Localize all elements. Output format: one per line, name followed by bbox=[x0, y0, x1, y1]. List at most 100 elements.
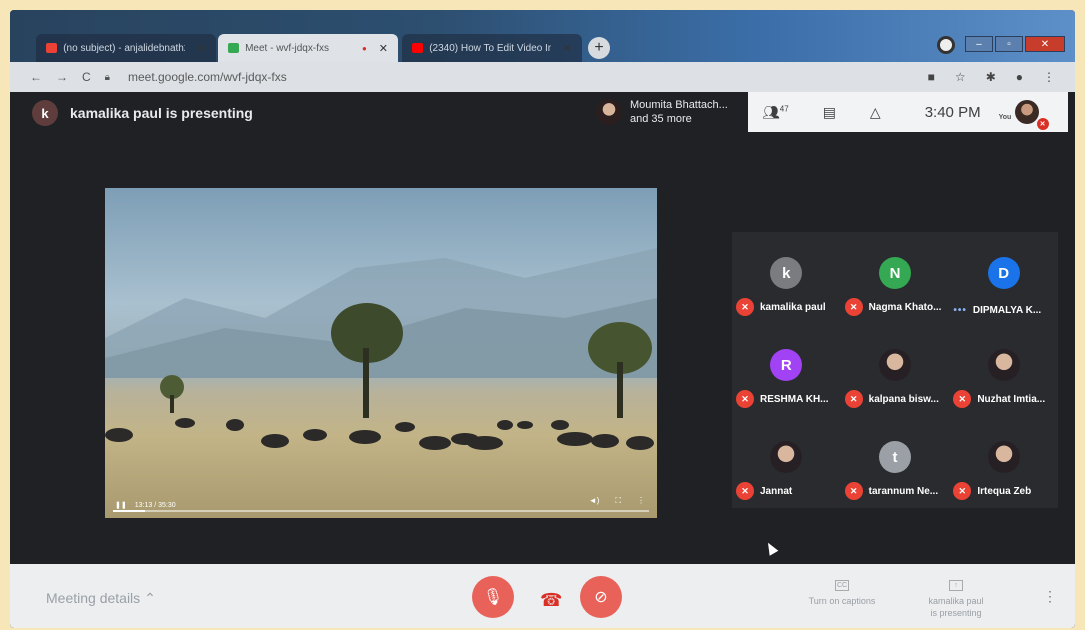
tab-youtube[interactable]: (2340) How To Edit Video In InS ✕ bbox=[402, 34, 582, 62]
captions-label: Turn on captions bbox=[808, 596, 876, 606]
people-count: 47 bbox=[779, 103, 789, 113]
video-time: 13:13 / 35:30 bbox=[134, 501, 176, 509]
present-label-1: kamalika paul bbox=[928, 596, 984, 606]
participant-footer: ✕ Irtequa Zeb bbox=[953, 482, 1054, 500]
camera-icon[interactable]: ■ bbox=[928, 70, 935, 84]
mic-off-icon: 🎙︎ bbox=[482, 589, 504, 606]
self-avatar[interactable]: You ✕ bbox=[999, 100, 1049, 130]
participant-footer: ✕ tarannum Ne... bbox=[844, 482, 946, 500]
more-options-icon[interactable]: ⋮ bbox=[1043, 588, 1057, 605]
participant-tile[interactable]: ✕ Jannat bbox=[732, 416, 841, 508]
camera-off-icon: ⊘ bbox=[594, 589, 608, 606]
participant-footer: ✕ Nuzhat Imtia... bbox=[953, 390, 1054, 408]
hang-up-button[interactable]: ☎︎ bbox=[540, 590, 562, 611]
close-icon[interactable]: ✕ bbox=[197, 42, 206, 55]
participant-avatar: D bbox=[987, 257, 1020, 289]
meet-view: k kamalika paul is presenting Moumita Bh… bbox=[10, 92, 1075, 628]
mic-off-icon: ✕ bbox=[1036, 118, 1049, 130]
avatar-icon[interactable]: ● bbox=[1016, 70, 1023, 84]
mic-off-icon: ✕ bbox=[844, 390, 863, 408]
participant-name: RESHMA KH... bbox=[760, 393, 829, 405]
participant-footer: ✕ Nagma Khato... bbox=[844, 298, 946, 316]
lock-icon[interactable]: 🔒︎ bbox=[105, 72, 110, 83]
you-label: You bbox=[998, 114, 1012, 121]
meet-icon bbox=[228, 43, 240, 53]
pause-icon[interactable]: ❚❚ bbox=[115, 501, 127, 509]
participant-avatar: k bbox=[770, 257, 803, 289]
chat-icon[interactable]: ▤ bbox=[823, 104, 836, 121]
back-icon[interactable]: ← bbox=[30, 70, 42, 84]
window-controls: – ▫ ✕ bbox=[937, 36, 1065, 54]
tab-gmail[interactable]: (no subject) - anjalidebnath2@g ✕ bbox=[36, 34, 216, 62]
participant-tile[interactable]: ✕ Irtequa Zeb bbox=[949, 416, 1058, 508]
participant-name: tarannum Ne... bbox=[868, 485, 939, 497]
participant-avatar: t bbox=[878, 441, 911, 473]
participant-footer: ✕ RESHMA KH... bbox=[736, 390, 837, 408]
clock: 3:40 PM bbox=[924, 103, 981, 121]
present-label-2: is presenting bbox=[930, 608, 982, 618]
participant-name: DIPMALYA K... bbox=[972, 305, 1042, 316]
mic-off-icon: ✕ bbox=[953, 390, 972, 408]
mic-off-icon: ✕ bbox=[736, 482, 754, 500]
meet-bottom-bar: Meeting details ⌃ 🎙︎ ☎︎ ⊘ CC Turn on cap… bbox=[10, 564, 1075, 628]
minimize-button[interactable]: – bbox=[965, 36, 993, 52]
present-now-button[interactable]: ↑ kamalika paul is presenting bbox=[916, 578, 996, 619]
forward-icon[interactable]: → bbox=[56, 70, 68, 84]
reload-icon[interactable]: C bbox=[82, 70, 91, 84]
participant-tile[interactable]: R ✕ RESHMA KH... bbox=[732, 324, 841, 416]
menu-icon[interactable]: ⋮ bbox=[1043, 70, 1055, 84]
meeting-details-button[interactable]: Meeting details ⌃ bbox=[46, 590, 156, 607]
presenting-banner: k kamalika paul is presenting bbox=[32, 100, 253, 126]
close-icon[interactable]: ✕ bbox=[563, 42, 572, 55]
phone-hangup-icon: ☎︎ bbox=[540, 590, 563, 610]
participant-avatar: N bbox=[878, 257, 911, 289]
star-icon[interactable]: ☆ bbox=[955, 70, 966, 84]
recording-icon: ● bbox=[361, 43, 367, 53]
participant-footer: ✕ Jannat bbox=[736, 482, 837, 500]
participant-name: Irtequa Zeb bbox=[977, 485, 1032, 497]
more-icon[interactable]: ⋮ bbox=[637, 496, 645, 506]
participant-tile[interactable]: ✕ Nuzhat Imtia... bbox=[949, 324, 1058, 416]
volume-icon[interactable]: ◄) bbox=[589, 496, 600, 506]
mic-off-icon: ✕ bbox=[736, 390, 754, 408]
presentation-video[interactable]: ❚❚ 13:13 / 35:30 ◄) ⛶ ⋮ bbox=[105, 188, 657, 518]
present-icon: ↑ bbox=[949, 580, 963, 591]
participant-avatar bbox=[987, 441, 1020, 473]
extensions-icon[interactable]: ✱ bbox=[986, 70, 996, 84]
activities-icon[interactable]: △ bbox=[870, 104, 881, 121]
mic-off-icon: ✕ bbox=[736, 298, 754, 316]
toolbar-icons: ■ ☆ ✱ ● ⋮ bbox=[928, 70, 1055, 84]
video-progress-bar[interactable] bbox=[113, 510, 649, 512]
presenter-avatar: k bbox=[32, 100, 58, 126]
chevron-up-icon: ⌃ bbox=[144, 590, 156, 606]
camera-toggle-button[interactable]: ⊘ bbox=[580, 576, 622, 618]
captions-button[interactable]: CC Turn on captions bbox=[802, 578, 882, 607]
participant-tile[interactable]: k ✕ kamalika paul bbox=[732, 232, 841, 324]
gmail-icon bbox=[46, 43, 58, 53]
mic-off-icon: ✕ bbox=[844, 298, 863, 316]
new-tab-button[interactable]: + bbox=[588, 37, 610, 59]
tab-title: (no subject) - anjalidebnath2@g bbox=[63, 42, 185, 54]
meet-top-controls: 👥︎47 ▤ △ 3:40 PM You ✕ bbox=[748, 92, 1068, 132]
participant-tile[interactable]: N ✕ Nagma Khato... bbox=[841, 232, 950, 324]
participant-name: Nuzhat Imtia... bbox=[977, 393, 1046, 405]
participant-tile[interactable]: t ✕ tarannum Ne... bbox=[841, 416, 950, 508]
mic-off-icon: ✕ bbox=[953, 482, 972, 500]
participant-avatar bbox=[770, 441, 803, 473]
mic-toggle-button[interactable]: 🎙︎ bbox=[472, 576, 514, 618]
other-participants-summary[interactable]: Moumita Bhattach... and 35 more bbox=[596, 98, 728, 126]
close-window-button[interactable]: ✕ bbox=[1025, 36, 1065, 52]
url-field[interactable]: meet.google.com/wvf-jdqx-fxs bbox=[128, 70, 287, 84]
participant-tile[interactable]: ✕ kalpana bisw... bbox=[841, 324, 950, 416]
participant-tile[interactable]: D ••• DIPMALYA K... bbox=[949, 232, 1058, 324]
video-progress-fill bbox=[113, 510, 146, 512]
fullscreen-icon[interactable]: ⛶ bbox=[615, 496, 621, 506]
bison-herd bbox=[105, 418, 654, 450]
maximize-button[interactable]: ▫ bbox=[995, 36, 1023, 52]
profile-icon[interactable] bbox=[937, 36, 955, 54]
close-icon[interactable]: ✕ bbox=[379, 42, 388, 55]
people-button[interactable]: 👥︎47 bbox=[762, 104, 789, 121]
tab-meet[interactable]: Meet - wvf-jdqx-fxs ● ✕ bbox=[218, 34, 398, 62]
youtube-icon bbox=[412, 43, 424, 53]
participant-avatar bbox=[878, 349, 911, 381]
